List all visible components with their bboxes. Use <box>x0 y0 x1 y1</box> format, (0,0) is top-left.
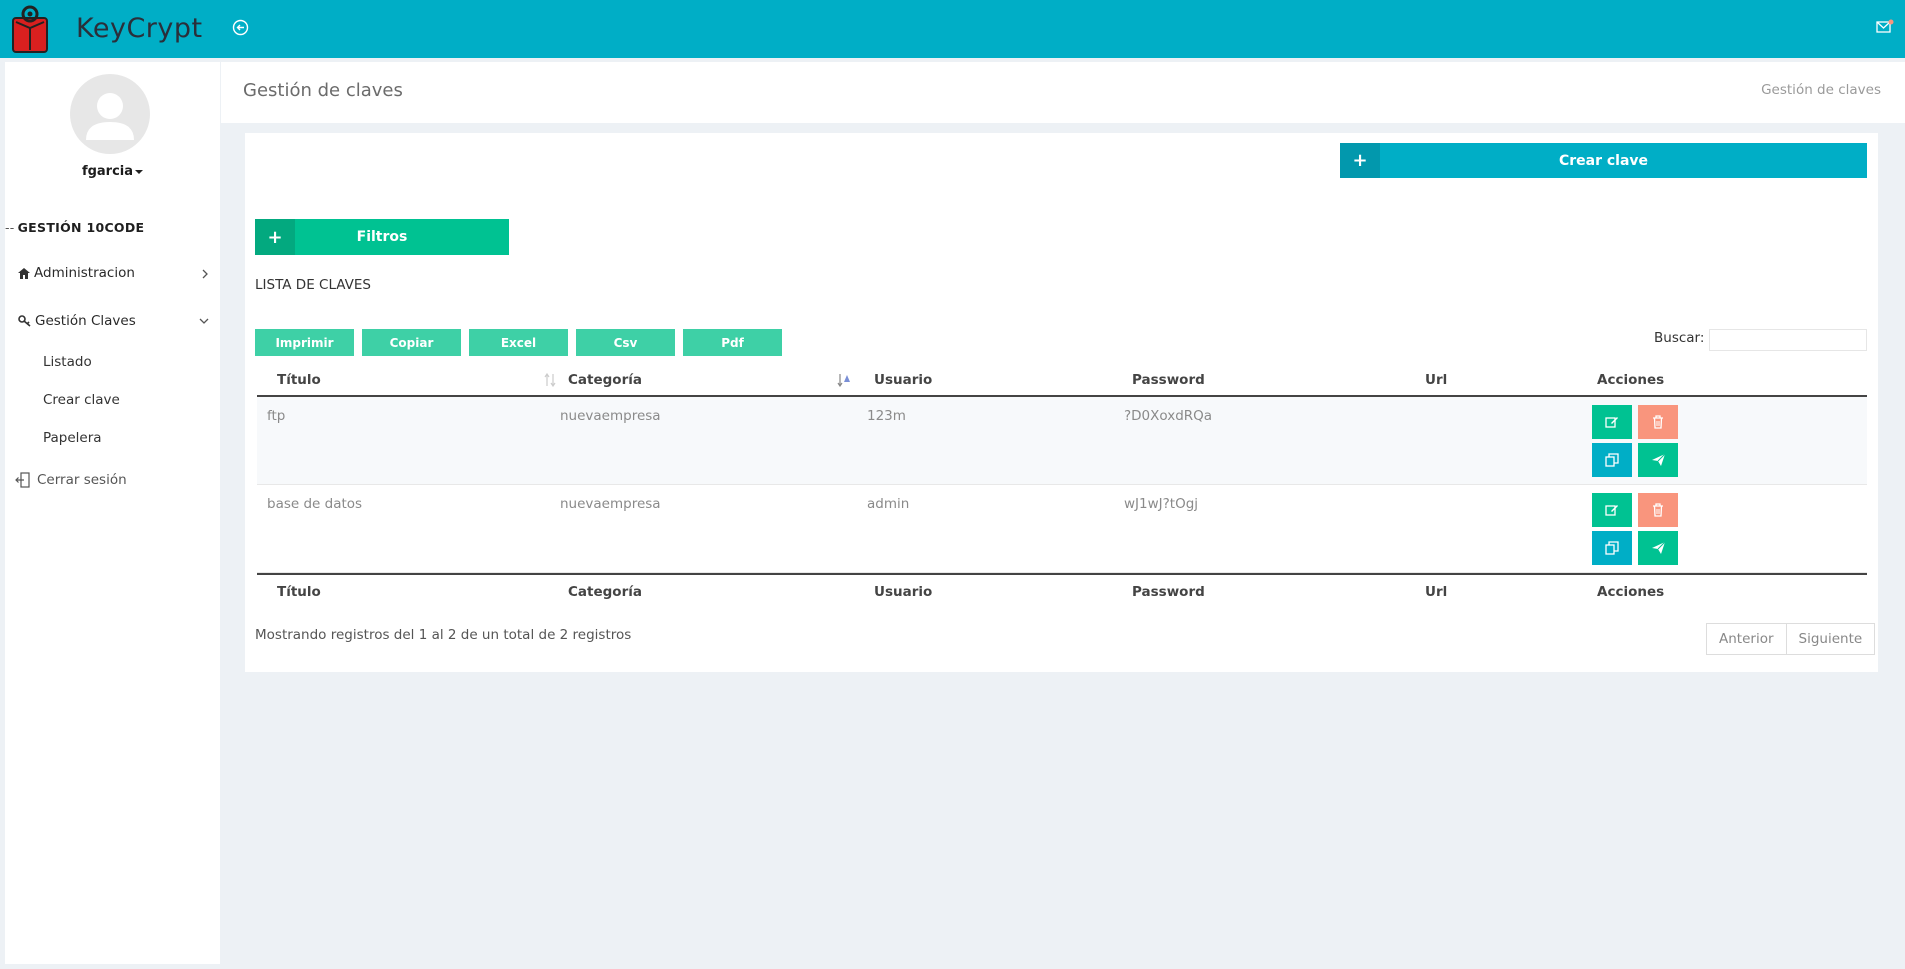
sidebar-item-label: Administracion <box>34 265 135 281</box>
list-title: LISTA DE CLAVES <box>255 277 371 293</box>
sidebar-item-gestion-claves[interactable]: Gestión Claves <box>18 313 213 329</box>
main-card: + Crear clave + Filtros LISTA DE CLAVES … <box>245 133 1878 672</box>
pdf-button[interactable]: Pdf <box>683 329 782 356</box>
keycrypt-logo-icon <box>12 5 48 53</box>
table-row: ftp nuevaempresa 123m ?D0XoxdRQa <box>257 397 1867 485</box>
search-input[interactable] <box>1709 329 1867 351</box>
home-icon <box>18 267 30 279</box>
sidebar: fgarcia -- GESTIÓN 10CODE Administracion … <box>5 62 220 964</box>
username-label: fgarcia <box>81 164 134 179</box>
plus-icon: + <box>255 219 295 255</box>
paper-plane-icon <box>1651 453 1665 466</box>
cell-usuario: 123m <box>867 408 906 424</box>
send-button[interactable] <box>1638 531 1678 565</box>
cell-password: wJ1wJ?tOgj <box>1124 496 1199 512</box>
breadcrumb[interactable]: Gestión de claves <box>1761 82 1881 98</box>
topbar: KeyCrypt <box>0 0 1905 58</box>
trash-icon <box>1653 503 1663 517</box>
filters-label: Filtros <box>356 229 408 245</box>
footer-header-usuario: Usuario <box>874 584 933 600</box>
user-avatar-icon <box>86 93 134 140</box>
table-footer: Título Categoría Usuario Password Url Ac… <box>257 573 1867 607</box>
collapse-sidebar-icon[interactable] <box>232 19 249 36</box>
copy-icon <box>1605 541 1619 555</box>
delete-button[interactable] <box>1638 493 1678 527</box>
plus-icon: + <box>1340 143 1380 178</box>
create-key-button[interactable]: + Crear clave <box>1340 143 1867 178</box>
cell-usuario: admin <box>867 496 910 512</box>
sort-ascending-icon[interactable] <box>837 373 851 387</box>
sidebar-subitem-papelera[interactable]: Papelera <box>43 430 102 446</box>
delete-button[interactable] <box>1638 405 1678 439</box>
column-header-titulo[interactable]: Título <box>277 372 321 388</box>
next-page-button[interactable]: Siguiente <box>1785 624 1875 654</box>
logout-icon <box>15 472 30 488</box>
excel-button[interactable]: Excel <box>469 329 568 356</box>
column-header-acciones: Acciones <box>1597 372 1665 388</box>
page-title: Gestión de claves <box>243 80 403 101</box>
footer-header-password: Password <box>1132 584 1205 600</box>
edit-icon <box>1605 417 1618 428</box>
cell-categoria: nuevaempresa <box>560 408 661 424</box>
user-menu-toggle[interactable]: fgarcia <box>5 164 220 179</box>
sidebar-item-label: Gestión Claves <box>35 313 136 329</box>
caret-down-icon <box>135 169 144 174</box>
footer-header-url: Url <box>1425 584 1448 600</box>
sidebar-section-title: -- GESTIÓN 10CODE <box>5 220 144 235</box>
column-header-password[interactable]: Password <box>1132 372 1205 388</box>
cell-categoria: nuevaempresa <box>560 496 661 512</box>
page-header: Gestión de claves Gestión de claves <box>221 62 1905 123</box>
sidebar-item-administracion[interactable]: Administracion <box>18 265 213 281</box>
print-button[interactable]: Imprimir <box>255 329 354 356</box>
logout-link[interactable]: Cerrar sesión <box>15 472 127 488</box>
dash-icon: -- <box>5 220 15 235</box>
sidebar-subitem-crear-clave[interactable]: Crear clave <box>43 392 120 408</box>
user-avatar[interactable] <box>70 74 150 154</box>
table-row: base de datos nuevaempresa admin wJ1wJ?t… <box>257 485 1867 573</box>
cell-password: ?D0XoxdRQa <box>1124 408 1213 424</box>
edit-button[interactable] <box>1592 493 1632 527</box>
logout-label: Cerrar sesión <box>37 472 127 488</box>
chevron-down-icon <box>199 318 209 324</box>
footer-header-categoria: Categoría <box>568 584 642 600</box>
chevron-right-icon <box>202 269 208 279</box>
sort-icon[interactable] <box>544 373 556 387</box>
cell-titulo: ftp <box>267 408 286 424</box>
mail-notification-icon[interactable] <box>1876 19 1894 34</box>
footer-header-acciones: Acciones <box>1597 584 1665 600</box>
key-icon <box>18 315 31 327</box>
table-info: Mostrando registros del 1 al 2 de un tot… <box>255 627 632 643</box>
csv-button[interactable]: Csv <box>576 329 675 356</box>
cell-titulo: base de datos <box>267 496 363 512</box>
column-header-usuario[interactable]: Usuario <box>874 372 932 388</box>
create-key-label: Crear clave <box>1558 152 1649 169</box>
filters-button[interactable]: + Filtros <box>255 219 509 255</box>
search-label: Buscar: <box>1654 330 1705 346</box>
sidebar-subitem-listado[interactable]: Listado <box>43 354 92 370</box>
previous-page-button[interactable]: Anterior <box>1707 624 1786 654</box>
trash-icon <box>1653 415 1663 429</box>
pagination: Anterior Siguiente <box>1706 623 1876 655</box>
copy-password-button[interactable] <box>1592 531 1632 565</box>
column-header-categoria[interactable]: Categoría <box>568 372 642 388</box>
table-header: Título Categoría Usuario Password Url Ac… <box>257 363 1867 397</box>
copy-icon <box>1605 453 1619 467</box>
send-button[interactable] <box>1638 443 1678 477</box>
copy-password-button[interactable] <box>1592 443 1632 477</box>
edit-button[interactable] <box>1592 405 1632 439</box>
copy-button[interactable]: Copiar <box>362 329 461 356</box>
edit-icon <box>1605 505 1618 516</box>
brand-name: KeyCrypt <box>76 13 203 44</box>
sidebar-section-label: GESTIÓN 10CODE <box>17 220 145 235</box>
paper-plane-icon <box>1651 541 1665 554</box>
footer-header-titulo: Título <box>277 584 321 600</box>
keys-table: Título Categoría Usuario Password Url Ac… <box>257 363 1867 607</box>
column-header-url[interactable]: Url <box>1425 372 1447 388</box>
